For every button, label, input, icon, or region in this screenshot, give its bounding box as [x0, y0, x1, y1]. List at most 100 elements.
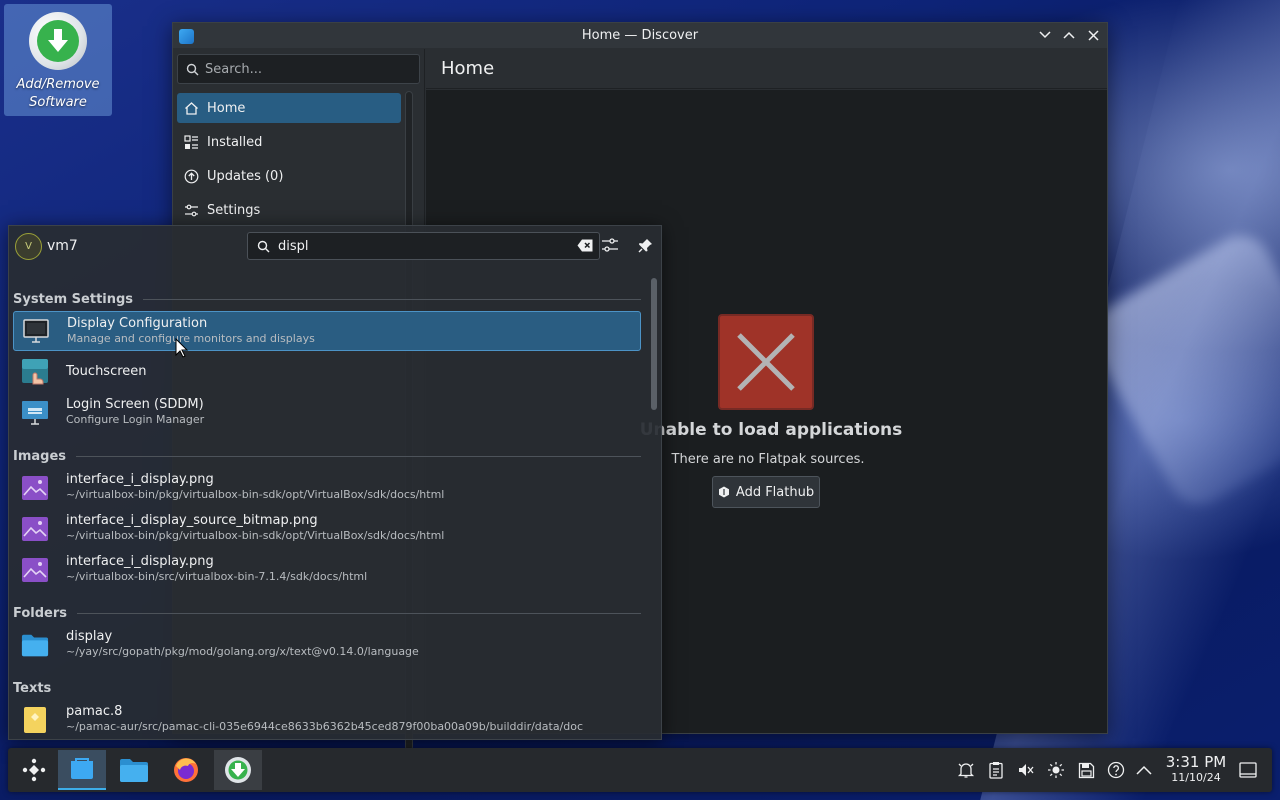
updates-icon: [183, 168, 199, 184]
nav-item-installed[interactable]: Installed: [177, 127, 401, 157]
discover-icon: [71, 758, 93, 779]
window-title: Home — Discover: [581, 28, 699, 43]
page-title: Home: [426, 49, 1107, 89]
result-text-pamac[interactable]: pamac.8 ~/pamac-aur/src/pamac-cli-035e69…: [13, 700, 641, 739]
result-name: Login Screen (SDDM): [66, 397, 204, 412]
display-settings-icon: [22, 317, 50, 345]
clock[interactable]: 3:31 PM 11/10/24: [1160, 753, 1232, 785]
taskbar-firefox[interactable]: [162, 750, 210, 790]
software-install-icon: [29, 12, 87, 70]
desktop-icon-label: Add/Remove Software: [16, 77, 100, 110]
window-titlebar[interactable]: Home — Discover: [173, 23, 1107, 49]
section-label: Texts: [13, 681, 52, 696]
mouse-cursor-icon: [175, 338, 189, 358]
show-desktop-icon[interactable]: [1237, 759, 1259, 781]
result-path: ~/virtualbox-bin/pkg/virtualbox-bin-sdk/…: [66, 488, 445, 501]
result-image-3[interactable]: interface_i_display.png ~/virtualbox-bin…: [13, 550, 641, 590]
clock-date: 11/10/24: [1171, 771, 1221, 784]
taskbar-file-manager[interactable]: [110, 750, 158, 790]
section-label: System Settings: [13, 292, 134, 307]
help-icon[interactable]: [1105, 759, 1127, 781]
error-icon: [718, 314, 814, 410]
touchscreen-icon: [21, 358, 49, 386]
result-folder-display[interactable]: display ~/yay/src/gopath/pkg/mod/golang.…: [13, 625, 641, 665]
section-title-texts: Texts: [13, 681, 641, 696]
application-launcher-button[interactable]: [10, 750, 58, 790]
brightness-icon[interactable]: [1045, 759, 1067, 781]
result-path: ~/pamac-aur/src/pamac-cli-035e6944ce8633…: [66, 720, 584, 733]
installed-icon: [183, 134, 199, 150]
image-file-icon: [21, 556, 49, 584]
user-avatar[interactable]: V: [15, 233, 42, 260]
result-name: Display Configuration: [67, 316, 208, 331]
section-title-folders: Folders: [13, 606, 641, 621]
flathub-icon: [718, 486, 729, 498]
search-icon: [257, 240, 270, 252]
result-image-2[interactable]: interface_i_display_source_bitmap.png ~/…: [13, 509, 641, 549]
error-subtitle: There are no Flatpak sources.: [671, 452, 865, 467]
clock-time: 3:31 PM: [1165, 753, 1227, 771]
chevron-up-icon[interactable]: [1133, 759, 1155, 781]
software-install-icon: [225, 757, 251, 783]
result-name: interface_i_display_source_bitmap.png: [66, 513, 318, 528]
result-name: interface_i_display.png: [66, 554, 214, 569]
text-file-icon: [21, 706, 49, 734]
notifications-icon[interactable]: [955, 759, 977, 781]
storage-icon[interactable]: [1075, 759, 1097, 781]
folder-icon: [120, 759, 148, 782]
result-image-1[interactable]: interface_i_display.png ~/virtualbox-bin…: [13, 468, 641, 508]
nav-item-label: Installed: [207, 134, 263, 150]
folder-icon: [21, 631, 49, 659]
nav-item-home[interactable]: Home: [177, 93, 401, 123]
username: vm7: [47, 238, 78, 254]
settings-icon: [183, 202, 199, 218]
results-scrollbar[interactable]: [651, 278, 657, 410]
result-name: Touchscreen: [66, 364, 147, 379]
error-title: Unable to load applications: [639, 420, 903, 440]
close-icon[interactable]: [1085, 27, 1101, 43]
search-icon: [186, 63, 199, 75]
discover-app-icon: [179, 29, 194, 44]
taskbar: 3:31 PM 11/10/24: [8, 748, 1272, 792]
image-file-icon: [21, 515, 49, 543]
result-name: display: [66, 629, 113, 644]
launcher-search-input[interactable]: [278, 238, 568, 254]
minimize-icon[interactable]: [1037, 27, 1053, 43]
result-description: Configure Login Manager: [66, 413, 205, 426]
nav-item-label: Home: [207, 100, 246, 116]
taskbar-add-remove-software[interactable]: [214, 750, 262, 790]
result-path: ~/virtualbox-bin/pkg/virtualbox-bin-sdk/…: [66, 529, 445, 542]
pin-icon[interactable]: [634, 234, 656, 256]
discover-search-input[interactable]: [205, 61, 405, 77]
desktop-icon-add-remove-software[interactable]: Add/Remove Software: [4, 4, 112, 116]
firefox-icon: [174, 758, 198, 782]
result-touchscreen[interactable]: Touchscreen: [13, 352, 641, 392]
result-name: pamac.8: [66, 704, 123, 719]
home-icon: [183, 100, 199, 116]
clipboard-icon[interactable]: [985, 759, 1007, 781]
result-login-screen[interactable]: Login Screen (SDDM) Configure Login Mana…: [13, 393, 641, 433]
launcher-header: V vm7: [9, 226, 661, 270]
maximize-icon[interactable]: [1061, 27, 1077, 43]
result-path: ~/yay/src/gopath/pkg/mod/golang.org/x/te…: [66, 645, 419, 658]
volume-muted-icon[interactable]: [1015, 759, 1037, 781]
taskbar-discover[interactable]: [58, 750, 106, 790]
add-flathub-label: Add Flathub: [735, 484, 815, 500]
nav-item-updates[interactable]: Updates (0): [177, 161, 401, 191]
section-label: Folders: [13, 606, 68, 621]
login-screen-icon: [21, 399, 49, 427]
section-title-system-settings: System Settings: [13, 292, 641, 307]
launcher-search-field[interactable]: [247, 232, 600, 260]
clear-search-icon[interactable]: [577, 239, 593, 253]
configure-launcher-icon[interactable]: [599, 234, 621, 256]
nav-item-label: Settings: [207, 202, 261, 218]
search-results: System Settings Display Configuration Ma…: [9, 271, 651, 739]
section-label: Images: [13, 449, 67, 464]
application-launcher: V vm7 System Settings Display Configurat…: [8, 225, 662, 740]
nav-item-settings[interactable]: Settings: [177, 195, 401, 225]
result-display-configuration[interactable]: Display Configuration Manage and configu…: [13, 311, 641, 351]
discover-search-field[interactable]: [177, 54, 420, 84]
result-name: interface_i_display.png: [66, 472, 214, 487]
result-path: ~/virtualbox-bin/src/virtualbox-bin-7.1.…: [66, 570, 368, 583]
add-flathub-button[interactable]: Add Flathub: [712, 476, 820, 508]
